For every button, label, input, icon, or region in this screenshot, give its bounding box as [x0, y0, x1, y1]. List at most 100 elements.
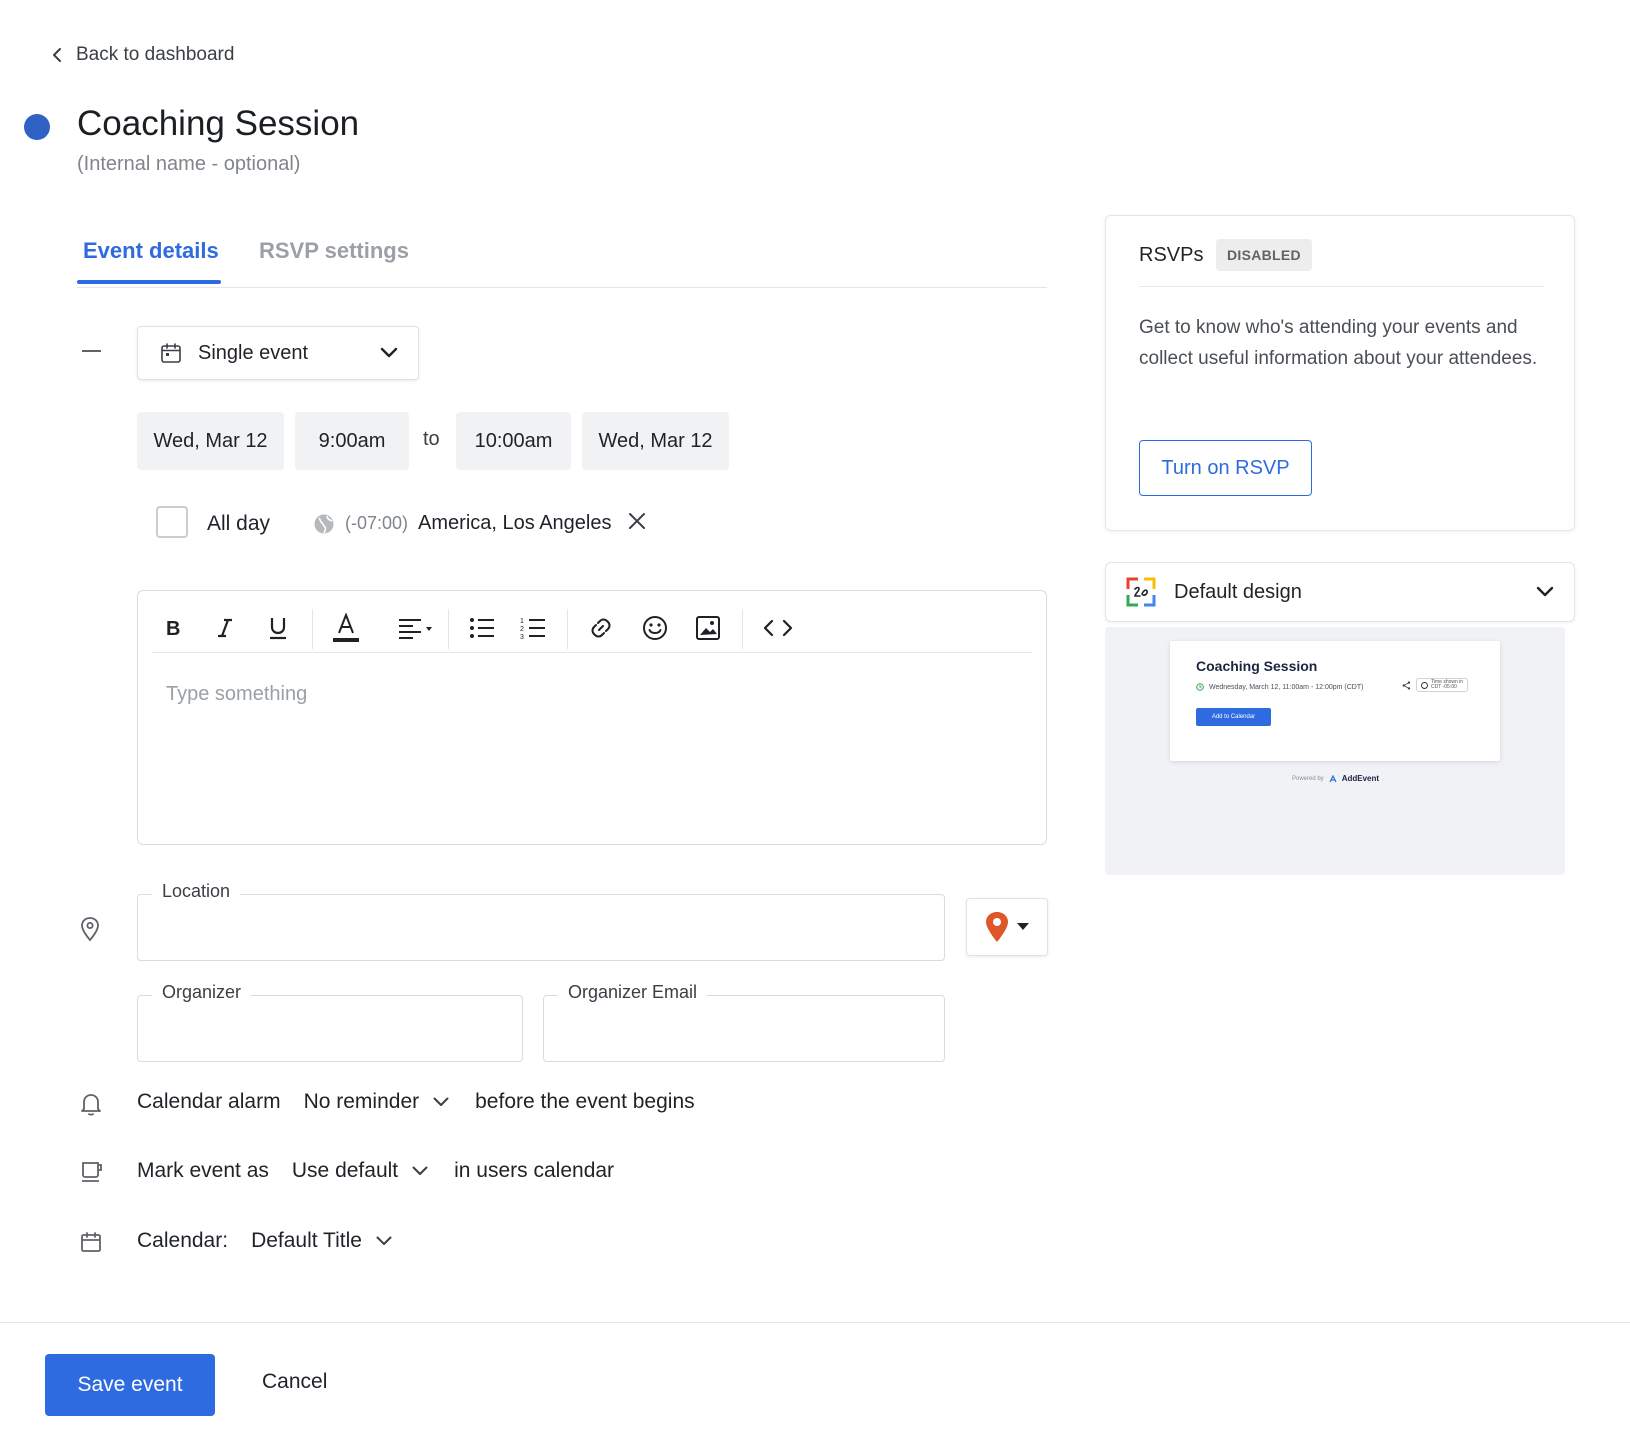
brand-name: AddEvent	[1341, 774, 1380, 783]
caret-down-icon	[1017, 923, 1029, 931]
tab-event-details[interactable]: Event details	[83, 238, 219, 264]
end-time-picker[interactable]: 10:00am	[456, 412, 571, 470]
image-icon[interactable]	[691, 611, 725, 645]
addevent-logo-icon	[1329, 774, 1337, 783]
organizer-email-label: Organizer Email	[558, 982, 708, 1003]
share-icon	[1402, 681, 1411, 690]
clock-icon	[1196, 683, 1204, 691]
preview-tz-line2: CDT -05:00	[1431, 684, 1457, 690]
design-label: Default design	[1174, 580, 1302, 603]
text-color-icon[interactable]	[329, 611, 363, 645]
divider	[1139, 286, 1544, 287]
chevron-down-icon	[1536, 586, 1554, 598]
all-day-label: All day	[207, 512, 271, 535]
mark-event-suffix: in users calendar	[454, 1159, 615, 1182]
collapse-icon[interactable]	[82, 350, 101, 352]
chevron-down-icon	[380, 347, 398, 359]
description-editor[interactable]: B 123 Type something	[137, 590, 1047, 845]
italic-icon[interactable]	[208, 611, 242, 645]
calendar-select[interactable]: Default Title	[251, 1229, 392, 1253]
organizer-input[interactable]: Organizer	[137, 982, 523, 1062]
location-label: Location	[152, 881, 241, 902]
event-title[interactable]: Coaching Session	[77, 104, 359, 144]
emoji-icon[interactable]	[638, 611, 672, 645]
preview-date: Wednesday, March 12, 11:00am - 12:00pm (…	[1196, 683, 1363, 691]
chevron-down-icon	[412, 1166, 428, 1176]
preview-add-to-calendar-button: Add to Calendar	[1196, 708, 1271, 726]
timezone-offset: (-07:00)	[345, 513, 409, 533]
bold-icon[interactable]: B	[156, 611, 190, 645]
organizer-label: Organizer	[152, 982, 252, 1003]
align-icon[interactable]	[394, 611, 438, 645]
editor-placeholder: Type something	[166, 683, 308, 705]
timezone-name: America, Los Angeles	[418, 512, 612, 534]
preview-title: Coaching Session	[1196, 658, 1318, 674]
start-time-picker[interactable]: 9:00am	[295, 412, 409, 470]
back-label: Back to dashboard	[76, 44, 235, 65]
bullet-list-icon[interactable]	[465, 611, 499, 645]
alarm-suffix: before the event begins	[475, 1090, 695, 1113]
globe-icon	[313, 513, 335, 535]
toolbar-divider	[567, 609, 568, 649]
event-color-dot[interactable]	[24, 114, 50, 140]
toolbar-divider	[742, 609, 743, 649]
tab-bar: Event details RSVP settings	[77, 232, 1047, 288]
map-provider-select[interactable]	[966, 898, 1048, 956]
busy-status-value: Use default	[291, 1159, 399, 1182]
chevron-down-icon	[376, 1236, 392, 1246]
all-day-checkbox[interactable]	[156, 506, 188, 538]
code-icon[interactable]	[758, 611, 798, 645]
design-preview: Coaching Session Wednesday, March 12, 11…	[1105, 627, 1565, 875]
toolbar-divider	[312, 609, 313, 649]
underline-icon[interactable]	[261, 611, 295, 645]
rsvp-description: Get to know who's attending your events …	[1139, 317, 1538, 369]
design-select[interactable]: Default design	[1105, 562, 1575, 622]
preview-date-text: Wednesday, March 12, 11:00am - 12:00pm (…	[1209, 683, 1364, 691]
mark-event-label: Mark event as	[137, 1159, 269, 1182]
calendar-label: Calendar:	[137, 1229, 229, 1252]
tab-rsvp-settings[interactable]: RSVP settings	[259, 238, 409, 264]
footer-divider	[0, 1322, 1630, 1323]
status-badge: DISABLED	[1216, 239, 1312, 271]
link-icon[interactable]	[584, 611, 618, 645]
turn-on-rsvp-button[interactable]: Turn on RSVP	[1139, 440, 1312, 496]
preview-card: Coaching Session Wednesday, March 12, 11…	[1170, 641, 1500, 761]
event-type-label: Single event	[198, 341, 309, 364]
alarm-select[interactable]: No reminder	[304, 1090, 450, 1114]
cancel-button[interactable]: Cancel	[262, 1370, 327, 1394]
active-tab-indicator	[77, 280, 221, 284]
powered-by-label: Powered by	[1292, 775, 1324, 782]
globe-icon	[1421, 681, 1428, 689]
clear-timezone-button[interactable]	[628, 512, 646, 530]
close-icon	[628, 512, 646, 530]
svg-text:1: 1	[520, 618, 524, 625]
preview-timezone: Time shown in CDT -05:00	[1416, 678, 1468, 692]
toolbar-divider	[448, 609, 449, 649]
preview-powered-by: Powered by AddEvent	[1292, 774, 1379, 783]
rsvp-card: RSVPs DISABLED Get to know who's attendi…	[1105, 215, 1575, 531]
busy-status-icon	[80, 1160, 104, 1184]
editor-toolbar: B 123	[152, 603, 1032, 653]
end-date-picker[interactable]: Wed, Mar 12	[582, 412, 729, 470]
calendar-alarm-label: Calendar alarm	[137, 1090, 281, 1113]
chevron-down-icon	[433, 1097, 449, 1107]
design-logo-icon	[1126, 577, 1156, 607]
chevron-left-icon	[52, 47, 62, 63]
save-event-button[interactable]: Save event	[45, 1354, 215, 1416]
event-type-select[interactable]: Single event	[137, 326, 419, 380]
internal-name-input[interactable]: (Internal name - optional)	[77, 153, 300, 176]
rsvp-title: RSVPs	[1139, 244, 1204, 266]
timezone-select[interactable]: (-07:00) America, Los Angeles	[313, 512, 611, 535]
location-pin-icon	[80, 916, 100, 942]
busy-status-select[interactable]: Use default	[292, 1159, 428, 1183]
calendar-icon	[160, 342, 182, 364]
bell-icon	[80, 1092, 102, 1116]
back-to-dashboard-link[interactable]: Back to dashboard	[52, 44, 234, 66]
start-date-picker[interactable]: Wed, Mar 12	[137, 412, 284, 470]
svg-text:2: 2	[520, 626, 524, 633]
svg-text:3: 3	[520, 634, 524, 640]
numbered-list-icon[interactable]: 123	[516, 611, 550, 645]
location-input[interactable]: Location	[137, 881, 945, 961]
mark-event-row: Mark event as Use default in users calen…	[137, 1159, 614, 1183]
organizer-email-input[interactable]: Organizer Email	[543, 982, 945, 1062]
